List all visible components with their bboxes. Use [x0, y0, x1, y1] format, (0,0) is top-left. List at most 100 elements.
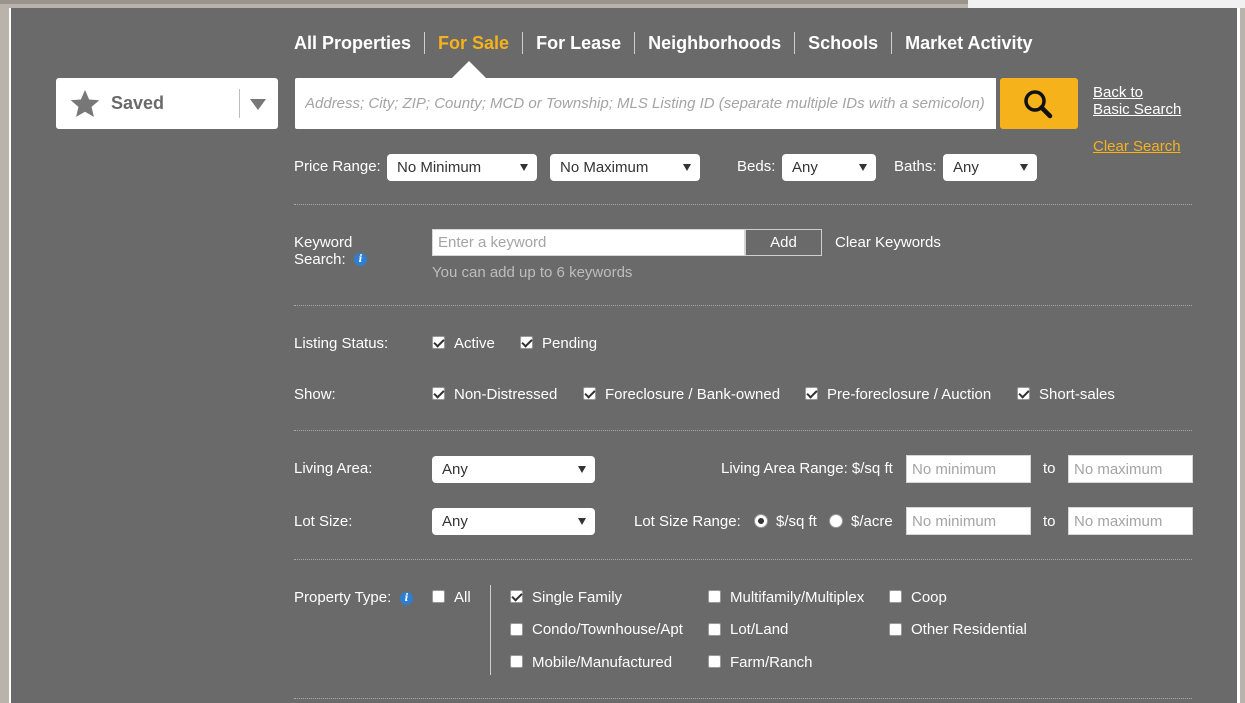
back-link-line1[interactable]: Back to — [1093, 84, 1181, 101]
keyword-label-line1: Keyword — [294, 234, 353, 251]
keyword-hint: You can add up to 6 keywords — [432, 264, 633, 281]
pre-foreclosure-label: Pre-foreclosure / Auction — [827, 386, 992, 403]
living-area-value: Any — [442, 461, 468, 478]
status-active-label: Active — [454, 335, 495, 352]
coop-label: Coop — [911, 589, 947, 606]
living-area-max-input[interactable] — [1068, 455, 1193, 483]
tab-for-lease[interactable]: For Lease — [523, 32, 636, 54]
property-type-label: Property Type: — [294, 589, 392, 606]
foreclosure-label: Foreclosure / Bank-owned — [605, 386, 781, 403]
property-all-label: All — [454, 589, 471, 606]
section-divider — [294, 559, 1192, 560]
price-min-value: No Minimum — [397, 159, 482, 176]
living-area-min-input[interactable] — [906, 455, 1031, 483]
show-label: Show: — [294, 386, 336, 403]
condo-label: Condo/Townhouse/Apt — [532, 621, 683, 638]
unit-sqft-label: $/sq ft — [776, 513, 817, 530]
lot-size-label: Lot Size: — [294, 513, 353, 530]
chevron-down-icon — [683, 164, 691, 171]
beds-value: Any — [792, 159, 818, 176]
lot-size-value: Any — [442, 513, 468, 530]
mobile-checkbox[interactable] — [510, 655, 523, 668]
living-area-select[interactable]: Any — [432, 456, 595, 483]
farm-ranch-checkbox[interactable] — [708, 655, 721, 668]
background-strip — [0, 0, 968, 4]
info-icon[interactable]: i — [400, 592, 413, 605]
clear-keywords-button[interactable]: Clear Keywords — [835, 234, 941, 251]
baths-label: Baths: — [894, 158, 937, 175]
baths-select[interactable]: Any — [943, 154, 1037, 181]
lot-land-label: Lot/Land — [730, 621, 789, 638]
clear-search-link[interactable]: Clear Search — [1093, 138, 1181, 155]
multifamily-label: Multifamily/Multiplex — [730, 589, 865, 606]
tab-market-activity[interactable]: Market Activity — [892, 32, 1045, 54]
tab-for-sale[interactable]: For Sale — [425, 32, 524, 54]
tab-neighborhoods[interactable]: Neighborhoods — [635, 32, 796, 54]
chevron-down-icon — [520, 164, 528, 171]
non-distressed-checkbox[interactable] — [432, 387, 445, 400]
back-to-basic-search-link[interactable]: Back to Basic Search — [1093, 84, 1181, 118]
search-tabs: All Properties For Sale For Lease Neighb… — [294, 31, 1046, 55]
multifamily-checkbox[interactable] — [708, 590, 721, 603]
chevron-down-icon — [578, 466, 586, 473]
beds-label: Beds: — [737, 158, 776, 175]
back-link-line2[interactable]: Basic Search — [1093, 101, 1181, 118]
section-divider — [294, 698, 1192, 699]
condo-checkbox[interactable] — [510, 623, 523, 636]
price-max-select[interactable]: No Maximum — [550, 154, 700, 181]
saved-searches-dropdown[interactable]: Saved — [56, 78, 278, 129]
price-range-label: Price Range: — [294, 158, 381, 175]
short-sales-checkbox[interactable] — [1017, 387, 1030, 400]
chevron-down-icon[interactable] — [250, 99, 266, 110]
lot-size-max-input[interactable] — [1068, 507, 1193, 535]
chevron-down-icon — [578, 518, 586, 525]
keyword-search-label: Keyword Search: — [294, 234, 352, 268]
saved-label: Saved — [111, 93, 165, 113]
star-icon — [70, 90, 100, 117]
lot-size-select[interactable]: Any — [432, 508, 595, 535]
keyword-input[interactable] — [432, 229, 745, 256]
farm-ranch-label: Farm/Ranch — [730, 654, 813, 671]
coop-checkbox[interactable] — [889, 590, 902, 603]
mobile-label: Mobile/Manufactured — [532, 654, 673, 671]
tab-schools[interactable]: Schools — [795, 32, 893, 54]
info-icon[interactable]: i — [354, 253, 367, 266]
add-keyword-button[interactable]: Add — [745, 229, 822, 256]
other-residential-label: Other Residential — [911, 621, 1027, 638]
location-search-input[interactable] — [295, 78, 996, 129]
keyword-label-line2: Search: — [294, 251, 346, 268]
section-divider — [294, 430, 1192, 431]
lot-size-min-input[interactable] — [906, 507, 1031, 535]
property-type-divider — [490, 585, 491, 675]
living-area-label: Living Area: — [294, 460, 373, 477]
status-active-checkbox[interactable] — [432, 336, 445, 349]
chevron-down-icon — [859, 164, 867, 171]
single-family-label: Single Family — [532, 589, 623, 606]
single-family-checkbox[interactable] — [510, 590, 523, 603]
living-area-range-label: Living Area Range: $/sq ft — [721, 460, 893, 477]
status-pending-label: Pending — [542, 335, 598, 352]
short-sales-label: Short-sales — [1039, 386, 1115, 403]
foreclosure-checkbox[interactable] — [583, 387, 596, 400]
search-icon — [1024, 90, 1053, 119]
property-all-checkbox[interactable] — [432, 590, 445, 603]
price-max-value: No Maximum — [560, 159, 649, 176]
active-tab-indicator — [452, 61, 486, 78]
to-label: to — [1043, 460, 1056, 477]
tab-all-properties[interactable]: All Properties — [294, 32, 426, 54]
dropdown-divider — [239, 89, 240, 118]
status-pending-checkbox[interactable] — [520, 336, 533, 349]
section-divider — [294, 305, 1192, 306]
non-distressed-label: Non-Distressed — [454, 386, 558, 403]
lot-land-checkbox[interactable] — [708, 623, 721, 636]
price-min-select[interactable]: No Minimum — [387, 154, 537, 181]
other-residential-checkbox[interactable] — [889, 623, 902, 636]
unit-sqft-radio[interactable] — [754, 514, 768, 528]
beds-select[interactable]: Any — [782, 154, 876, 181]
to-label: to — [1043, 513, 1056, 530]
search-button[interactable] — [1000, 78, 1078, 129]
pre-foreclosure-checkbox[interactable] — [805, 387, 818, 400]
baths-value: Any — [953, 159, 979, 176]
lot-size-range-label: Lot Size Range: — [634, 513, 741, 530]
unit-acre-radio[interactable] — [829, 514, 843, 528]
